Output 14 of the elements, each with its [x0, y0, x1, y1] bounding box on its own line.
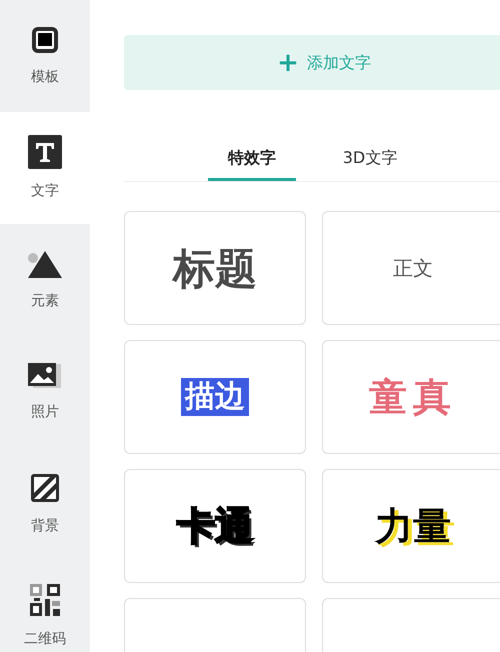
text-style-card[interactable]: 描边	[124, 340, 306, 454]
triangle-icon	[27, 248, 63, 278]
text-style-card[interactable]: 标题	[124, 211, 306, 325]
letter-t-icon	[28, 134, 62, 168]
sidebar-item[interactable]: 文字	[0, 112, 90, 224]
qr-code-icon	[29, 582, 61, 616]
tab[interactable]: 3D文字	[326, 146, 414, 181]
text-style-card[interactable]: 力量	[322, 469, 500, 583]
square-frame-icon	[30, 24, 60, 54]
slashed-square-icon	[29, 472, 61, 504]
image-icon	[27, 362, 63, 390]
text-style-card[interactable]: 卡通	[124, 469, 306, 583]
text-style-card[interactable]: 正文	[322, 211, 500, 325]
tab[interactable]: 特效字	[208, 146, 296, 181]
